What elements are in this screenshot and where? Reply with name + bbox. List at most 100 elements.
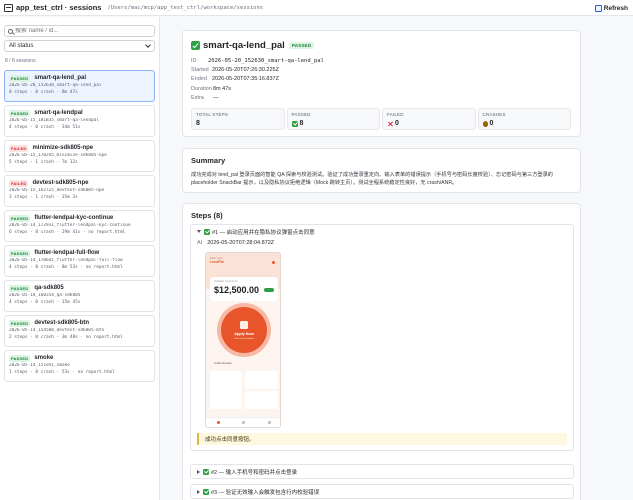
session-id: 2026-05-15_170245_minimize-sdk805-npe (9, 153, 107, 158)
session-meta: 1 steps · 0 crash · 53s · no report.html (9, 369, 115, 375)
session-card[interactable]: FAILED devtest-sdk805-npe 2026-05-15_1627… (4, 175, 155, 207)
session-id: 2026-05-14_151941_smoke (9, 363, 70, 368)
status-filter-select[interactable]: All status (4, 40, 155, 52)
step-item-1: #1 — 启动应用并在隐私协议弹窗点击同意 At 2026-05-20T07:28… (190, 224, 574, 451)
summary-panel: Summary 成功完成对 lend_pal 登录页面的智能 QA 探索与校验测… (182, 148, 581, 193)
step-item-2: #2 — 输入手机号和密码并点击登录 (190, 464, 574, 479)
summary-text: 成功完成对 lend_pal 登录页面的智能 QA 探索与校验测试。验证了成功登… (191, 172, 553, 186)
session-meta: 6 steps · 0 crash · 29m 41s · no report.… (9, 229, 126, 235)
check-icon (291, 120, 298, 127)
phone-brand: LendPal (210, 260, 224, 264)
status-badge: FAILED (9, 144, 29, 152)
refresh-button[interactable]: Refresh (594, 3, 628, 13)
step-toggle[interactable]: #3 — 验证无效输入会触发包含行内校验错误 (191, 485, 573, 498)
field-started: Started 2026-05-20T07:26:30.225Z (191, 67, 279, 73)
session-card[interactable]: PASSED smoke 2026-05-14_151941_smoke 1 st… (4, 350, 155, 382)
session-id: 2026-05-14_154508_devtest-sdk805-btn (9, 328, 105, 333)
top-bar: app_test_ctrl · sessions /Users/mac/mcp/… (0, 0, 633, 16)
status-badge: PASSED (9, 249, 31, 257)
stat-failed: FAILED 0 (382, 108, 476, 130)
session-card[interactable]: PASSED qa-sdk805 2026-05-14_160354_qa-sdk… (4, 280, 155, 312)
phone-bottom-nav (206, 417, 280, 427)
session-name: flutter-lendpal-kyc-continue (34, 215, 114, 221)
step-note: 成功点击同意按钮。 (197, 433, 567, 445)
session-card[interactable]: PASSED devtest-sdk805-btn 2026-05-14_1545… (4, 315, 155, 347)
session-meta: 2 steps · 0 crash · 3m 48s · no report.h… (9, 334, 123, 340)
chevron-right-icon (197, 489, 200, 494)
session-id: 2026-05-14_160354_qa-sdk805 (9, 293, 81, 298)
workspace-path: /Users/mac/mcp/app_test_ctrl/workspace/s… (107, 4, 264, 11)
cross-icon (387, 121, 393, 127)
app-title: app_test_ctrl · sessions (16, 3, 102, 12)
session-name: devtest-sdk805-btn (34, 320, 90, 326)
session-name: smart-qa-lendpal (34, 110, 83, 116)
status-badge: PASSED (9, 74, 31, 82)
search-box[interactable] (4, 25, 155, 37)
status-badge: PASSED (9, 319, 31, 327)
chevron-down-icon (145, 42, 151, 48)
status-badge: FAILED (9, 179, 29, 187)
session-card[interactable]: PASSED flutter-lendpal-full-flow 2026-05-… (4, 245, 155, 277)
chevron-right-icon (197, 469, 200, 474)
steps-heading: Steps (8) (191, 211, 223, 220)
session-meta: 4 steps · 0 crash · 34m 51s (9, 124, 81, 130)
session-detail-panel: smart-qa-lend_pal PASSED ID 2026-05-20_15… (182, 30, 581, 137)
chevron-down-icon (197, 230, 201, 233)
session-id: 2026-05-15_162725_devtest-sdk805-npe (9, 188, 105, 193)
phone-promo-card (210, 371, 242, 409)
session-meta: 5 steps · 1 crash · 7m 12s (9, 159, 78, 165)
phone-info-card (245, 371, 278, 389)
session-id: 2026-05-15_181835_smart-qa-lendpal (9, 118, 99, 123)
step-toggle[interactable]: #2 — 输入手机号和密码并点击登录 (191, 465, 573, 478)
session-title-row: smart-qa-lend_pal PASSED (191, 40, 318, 51)
check-icon (191, 41, 200, 50)
step-toggle[interactable]: #1 — 启动应用并在隐私协议弹窗点击同意 (191, 225, 573, 238)
session-list: PASSED smart-qa-lend_pal 2026-05-20_15263… (4, 70, 155, 385)
stats-row: TOTAL STEPS 8 PASSED 8 FAILED 0 CRASHES … (191, 108, 573, 130)
session-count: 8 / 8 sessions (5, 58, 36, 64)
check-icon (203, 488, 209, 495)
app-logo-icon (4, 3, 13, 12)
session-name: smoke (34, 355, 54, 361)
step-title: #2 — 输入手机号和密码并点击登录 (211, 469, 298, 476)
session-name: flutter-lendpal-full-flow (34, 250, 100, 256)
session-card[interactable]: PASSED smart-qa-lendpal 2026-05-15_181835… (4, 105, 155, 137)
bug-icon (482, 120, 488, 127)
field-duration: Duration 8m 47s (191, 86, 232, 92)
step-item-3: #3 — 验证无效输入会触发包含行内校验错误 (190, 484, 574, 499)
session-card[interactable]: FAILED minimize-sdk805-npe 2026-05-15_170… (4, 140, 155, 172)
phone-credit-card: Available Credit Limit $12,500.00 (210, 277, 278, 301)
session-name: minimize-sdk805-npe (32, 145, 94, 151)
field-id: ID 2026-05-20_152630_smart-qa-lend_pal (191, 58, 324, 64)
session-card[interactable]: PASSED flutter-lendpal-kyc-continue 2026-… (4, 210, 155, 242)
step-title: #3 — 验证无效输入会触发包含行内校验错误 (211, 489, 320, 496)
summary-heading: Summary (191, 156, 226, 165)
stat-total-steps: TOTAL STEPS 8 (191, 108, 285, 130)
session-id: 2026-05-14_170641_flutter-lendpal-full-f… (9, 258, 123, 263)
search-input[interactable] (15, 28, 150, 34)
field-extra: Extra — (191, 95, 219, 101)
session-meta: 8 steps · 0 crash · 8m 47s (9, 89, 78, 95)
bell-icon (272, 261, 275, 264)
status-badge: PASSED (288, 42, 315, 49)
refresh-label: Refresh (603, 4, 628, 12)
step-timestamp: At 2026-05-20T07:28:04.872Z (197, 240, 275, 246)
session-title: smart-qa-lend_pal (203, 40, 285, 51)
status-badge: PASSED (9, 354, 31, 362)
phone-apply-button: Apply Now Get cash in minutes (221, 307, 267, 353)
session-name: qa-sdk805 (34, 285, 64, 291)
session-id: 2026-05-14_172931_flutter-lendpal-kyc-co… (9, 223, 131, 228)
phone-info-card (245, 391, 278, 409)
session-card[interactable]: PASSED smart-qa-lend_pal 2026-05-20_15263… (4, 70, 155, 102)
step-title: #1 — 启动应用并在隐私协议弹窗点击同意 (212, 229, 315, 236)
sessions-sidebar: All status 8 / 8 sessions PASSEDsmart-qa… (0, 17, 160, 500)
status-badge: PASSED (9, 284, 31, 292)
search-icon (8, 28, 13, 34)
refresh-icon (594, 4, 602, 12)
session-meta: 3 steps · 1 crash · 35m 3s (9, 194, 78, 200)
status-badge: PASSED (9, 214, 31, 222)
step-screenshot[interactable]: Hello, User LendPal Available Credit Lim… (205, 252, 281, 428)
status-badge: PASSED (9, 109, 31, 117)
check-icon (203, 468, 209, 475)
session-name: devtest-sdk805-npe (32, 180, 89, 186)
